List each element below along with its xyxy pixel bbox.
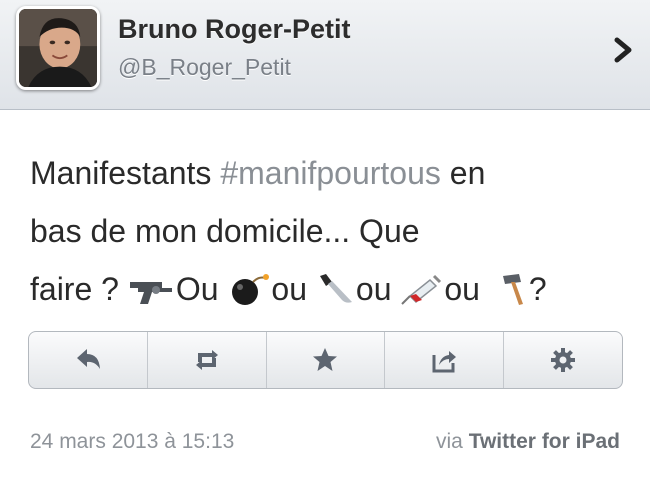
tweet-text-segment: ou [271,271,316,307]
bomb-emoji-icon [227,266,271,324]
tweet-timestamp: 24 mars 2013 à 15:13 [30,430,235,453]
profile-header[interactable]: Bruno Roger-Petit @B_Roger_Petit [0,0,650,110]
user-handle[interactable]: @B_Roger_Petit [118,54,291,81]
tweet-action-bar [28,331,623,389]
source-app-link[interactable]: Twitter for iPad [469,430,620,453]
tweet-line-1: Manifestants #manifpourtous en [30,144,630,202]
reply-button[interactable] [29,332,148,388]
hashtag-link[interactable]: #manifpourtous [220,155,441,191]
retweet-button[interactable] [148,332,267,388]
settings-button[interactable] [504,332,622,388]
retweet-icon [195,350,218,370]
share-icon [432,351,457,373]
syringe-emoji-icon [400,266,444,324]
chevron-right-icon[interactable] [612,36,636,64]
via-label: via [436,430,469,453]
revolver-emoji-icon [128,266,176,324]
settings-icon [551,348,576,372]
tweet-text-segment: Ou [175,271,228,307]
tweet-line-3: faire ? Ou ou ou ou ? [30,260,630,324]
display-name[interactable]: Bruno Roger-Petit [118,14,351,45]
reply-icon [76,349,100,369]
share-button[interactable] [385,332,505,388]
tweet-text-segment: ou [355,271,401,307]
avatar-photo [19,9,97,87]
tweet-text: Manifestants #manifpourtous en bas de mo… [30,144,630,324]
tweet-text-segment: faire ? [30,271,128,307]
hammer-emoji-icon [489,266,529,324]
tweet-text-segment: ou [444,271,489,307]
favorite-button[interactable] [267,332,386,388]
avatar[interactable] [16,6,100,90]
tweet-source: via Twitter for iPad [436,430,620,454]
tweet-line-2: bas de mon domicile... Que [30,213,420,249]
tweet-text-segment: ? [528,271,547,307]
favorite-icon [313,348,338,371]
knife-emoji-icon [316,266,356,324]
tweet-text-segment: en [440,155,486,191]
tweet-text-segment: Manifestants [30,155,221,191]
